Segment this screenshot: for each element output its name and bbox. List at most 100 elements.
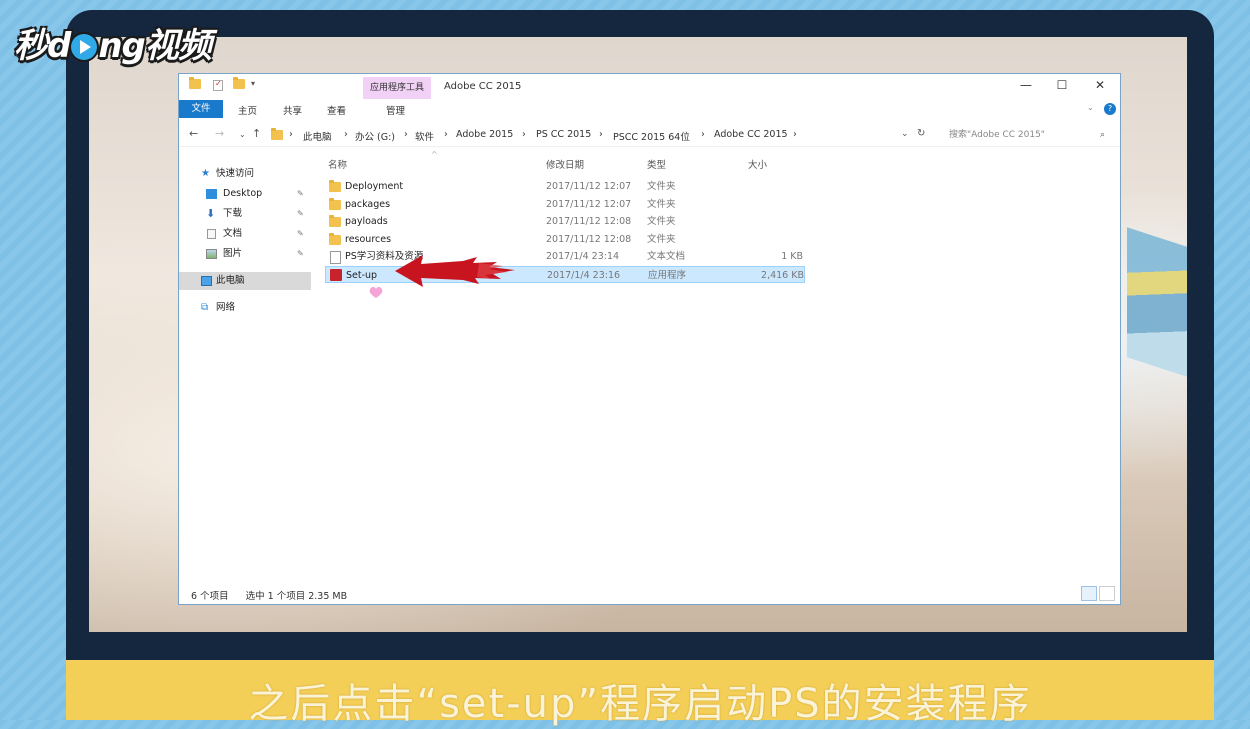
crumb-sep[interactable]: › [701, 129, 705, 140]
context-tab-app-tools[interactable]: 应用程序工具 [363, 77, 431, 99]
cursor-heart-icon [369, 286, 383, 298]
picture-icon [206, 249, 217, 259]
file-type: 文件夹 [647, 233, 676, 245]
column-header-size[interactable]: 大小 [748, 157, 767, 171]
nav-network-label: 网络 [216, 302, 236, 313]
file-type: 文本文档 [647, 251, 686, 263]
address-dropdown-icon[interactable]: ⌄ [901, 129, 909, 139]
column-header-name[interactable]: 名称 [328, 157, 347, 171]
folder-icon[interactable] [189, 77, 201, 93]
ribbon-tabs: 文件 主页 共享 查看 管理 ⌄ ? [179, 100, 1120, 118]
play-icon [71, 34, 98, 60]
file-name: payloads [345, 216, 388, 228]
pin-icon: ✎ [297, 229, 304, 238]
details-view-button[interactable] [1081, 586, 1097, 601]
red-pointer-arrow-icon [395, 255, 515, 287]
help-icon[interactable]: ? [1104, 103, 1116, 115]
computer-icon [201, 276, 212, 286]
pencils-decoration [1127, 227, 1187, 377]
location-folder-icon [271, 128, 283, 143]
nav-item-label: Desktop [223, 188, 263, 199]
back-arrow-icon[interactable]: ← [189, 127, 198, 140]
nav-item-pictures[interactable]: 图片 ✎ [179, 245, 311, 263]
crumb-sep[interactable]: › [344, 129, 348, 140]
desktop-icon [206, 189, 217, 199]
nav-this-pc-label: 此电脑 [216, 275, 245, 286]
folder-icon [329, 180, 341, 192]
file-date: 2017/11/12 12:08 [546, 216, 632, 228]
star-icon: ★ [201, 168, 210, 179]
file-size: 2,416 KB [761, 270, 804, 281]
tab-home[interactable]: 主页 [238, 103, 257, 117]
crumb-sep[interactable]: › [793, 129, 797, 140]
expand-ribbon-icon[interactable]: ⌄ [1087, 103, 1094, 112]
column-header-type[interactable]: 类型 [647, 157, 666, 171]
crumb-pscc-64[interactable]: PSCC 2015 64位 [613, 129, 690, 143]
file-type: 文件夹 [647, 216, 676, 228]
file-row[interactable]: resources 2017/11/12 12:08 文件夹 [325, 231, 805, 248]
nav-item-label: 图片 [223, 248, 243, 259]
crumb-sep[interactable]: › [444, 129, 448, 140]
network-icon: ⧉ [201, 302, 209, 313]
file-date: 2017/11/12 12:07 [546, 181, 632, 192]
nav-quick-access[interactable]: ★ 快速访问 [179, 165, 311, 183]
file-row[interactable]: payloads 2017/11/12 12:08 文件夹 [325, 213, 805, 230]
download-icon: ⬇ [206, 207, 216, 220]
tab-view[interactable]: 查看 [327, 103, 346, 117]
file-name: Deployment [345, 181, 404, 192]
search-placeholder: 搜索"Adobe CC 2015" [949, 130, 1045, 140]
folder-icon [329, 232, 341, 245]
tab-share[interactable]: 共享 [283, 103, 302, 117]
file-name: packages [345, 198, 391, 210]
refresh-icon[interactable]: ↻ [917, 128, 925, 139]
crumb-adobe-2015[interactable]: Adobe 2015 [456, 129, 513, 140]
status-item-count: 6 个项目 [191, 591, 229, 602]
nav-item-desktop[interactable]: Desktop ✎ [179, 185, 311, 203]
tab-file[interactable]: 文件 [179, 100, 223, 118]
logo-text-post: ng视频 [98, 26, 212, 66]
forward-arrow-icon[interactable]: → [215, 127, 224, 140]
crumb-software[interactable]: 软件 [415, 129, 434, 143]
tab-manage[interactable]: 管理 [386, 103, 405, 117]
maximize-button[interactable]: ☐ [1052, 78, 1072, 92]
nav-quick-access-label: 快速访问 [216, 168, 255, 179]
crumb-adobe-cc-2015[interactable]: Adobe CC 2015 [714, 129, 788, 140]
nav-item-documents[interactable]: 文档 ✎ [179, 225, 311, 243]
search-icon: ⌕ [1099, 130, 1105, 140]
file-type: 文件夹 [647, 181, 676, 192]
minimize-button[interactable]: — [1016, 78, 1036, 92]
file-name: Set-up [346, 270, 378, 281]
file-row[interactable]: Deployment 2017/11/12 12:07 文件夹 [325, 178, 805, 195]
nav-item-label: 下载 [223, 208, 243, 219]
properties-icon[interactable]: ✓ [213, 79, 223, 91]
address-bar: ← → ⌄ ↑ › 此电脑 › 办公 (G:) › 软件 › Adobe 201… [179, 124, 1120, 147]
close-button[interactable]: ✕ [1090, 78, 1110, 92]
up-arrow-icon[interactable]: ↑ [252, 127, 261, 140]
crumb-sep[interactable]: › [289, 129, 293, 140]
file-name: resources [345, 233, 392, 245]
nav-this-pc[interactable]: 此电脑 [179, 272, 311, 290]
file-row[interactable]: packages 2017/11/12 12:07 文件夹 [325, 196, 805, 213]
crumb-drive[interactable]: 办公 (G:) [355, 129, 395, 143]
large-icons-view-button[interactable] [1099, 586, 1115, 601]
file-date: 2017/1/4 23:16 [547, 270, 621, 281]
status-selection: 选中 1 个项目 2.35 MB [245, 591, 348, 602]
crumb-sep[interactable]: › [404, 129, 408, 140]
search-input[interactable]: 搜索"Adobe CC 2015" ⌕ [943, 127, 1113, 143]
new-folder-icon[interactable] [233, 77, 245, 93]
column-header-date[interactable]: 修改日期 [546, 157, 584, 171]
customize-toolbar-icon[interactable]: ▾ [251, 79, 255, 93]
nav-item-downloads[interactable]: ⬇ 下载 ✎ [179, 205, 311, 223]
text-file-icon [330, 251, 341, 265]
brand-logo: 秒d ng视频 [14, 18, 212, 67]
crumb-ps-cc-2015[interactable]: PS CC 2015 [536, 129, 591, 140]
crumb-sep[interactable]: › [522, 129, 526, 140]
nav-network[interactable]: ⧉ 网络 [179, 299, 311, 317]
pin-icon: ✎ [297, 249, 304, 258]
window-title: Adobe CC 2015 [444, 81, 522, 92]
file-date: 2017/1/4 23:14 [546, 251, 620, 263]
crumb-sep[interactable]: › [599, 129, 603, 140]
recent-dropdown-icon[interactable]: ⌄ [239, 130, 246, 139]
document-icon [207, 229, 216, 239]
crumb-this-pc[interactable]: 此电脑 [303, 129, 332, 143]
